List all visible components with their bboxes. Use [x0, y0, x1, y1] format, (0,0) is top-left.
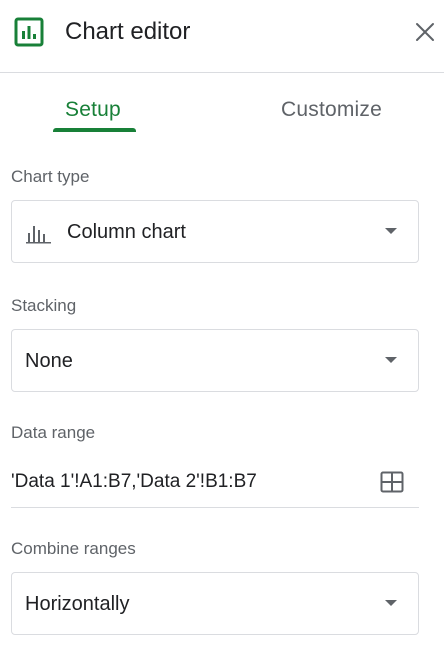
- stacking-value: None: [25, 350, 73, 372]
- chart-type-label: Chart type: [11, 167, 90, 186]
- select-range-grid-icon[interactable]: [380, 471, 404, 493]
- data-range-label: Data range: [11, 423, 96, 442]
- combine-ranges-value: Horizontally: [25, 593, 130, 615]
- close-icon[interactable]: [413, 20, 437, 44]
- chevron-down-icon: [385, 228, 397, 234]
- sheets-chart-icon: [14, 17, 44, 47]
- tab-customize[interactable]: Customize: [281, 96, 382, 124]
- editor-header: Chart editor: [0, 0, 444, 73]
- chart-type-dropdown[interactable]: Column chart: [11, 200, 419, 263]
- active-tab-indicator: [53, 128, 136, 132]
- tab-setup[interactable]: Setup: [65, 96, 121, 124]
- chart-type-value: Column chart: [67, 221, 186, 243]
- column-chart-icon: [26, 226, 51, 244]
- data-range-input[interactable]: 'Data 1'!A1:B7,'Data 2'!B1:B7: [11, 462, 419, 508]
- chevron-down-icon: [385, 357, 397, 363]
- combine-ranges-label: Combine ranges: [11, 539, 136, 558]
- combine-ranges-dropdown[interactable]: Horizontally: [11, 572, 419, 635]
- data-range-value: 'Data 1'!A1:B7,'Data 2'!B1:B7: [11, 471, 257, 492]
- panel-title: Chart editor: [65, 18, 191, 45]
- stacking-label: Stacking: [11, 296, 77, 315]
- stacking-dropdown[interactable]: None: [11, 329, 419, 392]
- editor-tabs: Setup Customize: [0, 74, 444, 136]
- chevron-down-icon: [385, 600, 397, 606]
